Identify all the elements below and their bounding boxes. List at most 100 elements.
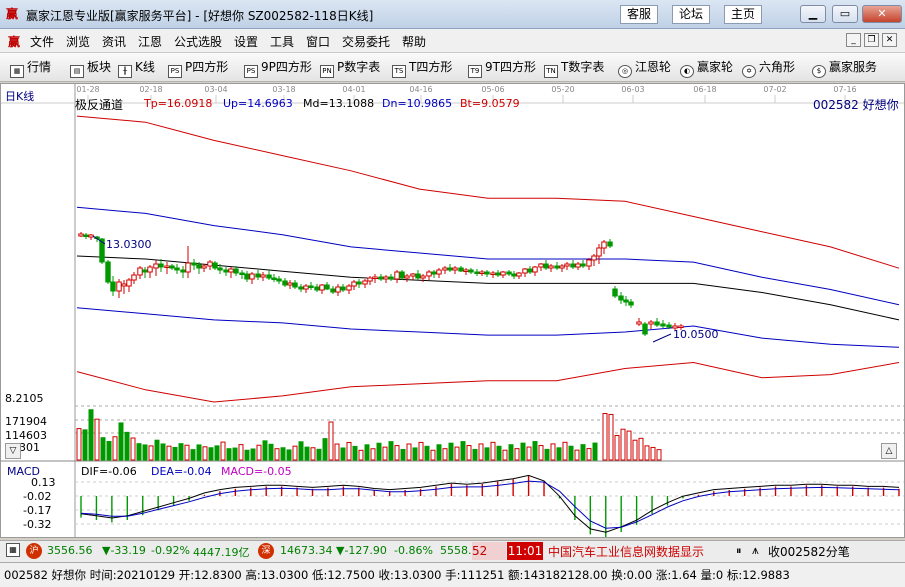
candlestick-icon: ╫	[118, 65, 132, 78]
menu-help[interactable]: 帮助	[402, 33, 426, 50]
volume-bar	[644, 445, 650, 461]
channel-line-up	[76, 206, 900, 306]
menu-tools[interactable]: 工具	[270, 33, 294, 50]
toolbar-dollar-button[interactable]: $ 赢家服务	[812, 59, 877, 78]
menu-file[interactable]: 文件	[30, 33, 54, 50]
mdi-app-icon[interactable]: 赢	[8, 33, 20, 50]
candle-body	[548, 265, 554, 269]
volume-bar	[256, 444, 262, 461]
volume-bar	[508, 444, 514, 461]
stock-label: 002582 好想你	[813, 98, 899, 112]
toolbar-blocks-button[interactable]: ▤ 板块	[70, 59, 111, 78]
candle-body	[586, 259, 592, 267]
candle-body	[266, 274, 272, 279]
minimize-button[interactable]: ▁	[800, 5, 826, 23]
toolbar-label: 9P四方形	[261, 60, 312, 74]
candle-body	[648, 321, 654, 325]
sh-index-pct: -0.92%	[151, 544, 190, 557]
menu-gann[interactable]: 江恩	[138, 33, 162, 50]
mdi-minimize-button[interactable]: _	[846, 33, 861, 47]
candle-body	[559, 265, 565, 269]
news-ticker[interactable]: 中国汽车工业信息网数据显示	[548, 543, 704, 560]
volume-bar	[358, 449, 364, 461]
ticker-number: 52	[472, 542, 506, 560]
homepage-link[interactable]: 主页	[724, 5, 763, 24]
volume-bar	[592, 442, 598, 461]
candle-body	[532, 266, 538, 273]
toolbar-grid-button[interactable]: ▦ 行情	[10, 59, 51, 78]
candle-body	[636, 321, 642, 325]
volume-bar	[208, 447, 214, 461]
toolbar-p-square-button[interactable]: PS P四方形	[168, 59, 228, 78]
close-button[interactable]: ✕	[862, 5, 902, 23]
volume-bar	[226, 448, 232, 461]
candle-body	[244, 273, 250, 280]
candle-body	[458, 267, 464, 272]
candle-body	[158, 263, 164, 268]
param-up: Up=14.6963	[223, 97, 293, 110]
toolbar-label: K线	[135, 60, 155, 74]
sz-index-change: ▼-127.90	[336, 544, 387, 557]
toolbar-p-number-table-button[interactable]: PN P数字表	[320, 59, 380, 78]
candle-body	[490, 272, 496, 275]
toolbar-gann-wheel-button[interactable]: ◎ 江恩轮	[618, 59, 671, 78]
candle-body	[201, 265, 207, 269]
mdi-restore-button[interactable]: ❐	[864, 33, 879, 47]
menu-info[interactable]: 资讯	[102, 33, 126, 50]
menu-window[interactable]: 窗口	[306, 33, 330, 50]
forum-link[interactable]: 论坛	[672, 5, 711, 24]
param-dn: Dn=10.9865	[382, 97, 453, 110]
candle-body	[612, 288, 618, 297]
volume-bar	[614, 434, 620, 461]
toolbar-winner-wheel-button[interactable]: ◐ 赢家轮	[680, 59, 733, 78]
maximize-button[interactable]: ▭	[832, 5, 858, 23]
toolbar-9p-square-button[interactable]: PS 9P四方形	[244, 59, 312, 78]
toolbar-hexagon-button[interactable]: ✡ 六角形	[742, 59, 796, 78]
news-time: 11:01	[507, 542, 543, 560]
channel-line-tp	[76, 115, 900, 269]
candle-body	[180, 269, 186, 273]
toolbar-label: 六角形	[759, 60, 796, 74]
volume-bar	[632, 439, 638, 461]
toolbar-t-square-button[interactable]: TS T四方形	[392, 59, 452, 78]
date-tick-label: 04-16	[409, 85, 432, 94]
high-marker-label: 13.0300	[106, 238, 152, 251]
candle-body	[666, 324, 672, 328]
volume-bar	[130, 437, 136, 461]
kline-chart-panel[interactable]: 01-28 02-18 03-04 03-18 04-01 04-16 05-06 05-20…	[0, 83, 905, 538]
volume-bar	[262, 440, 268, 461]
volume-bar	[184, 444, 190, 461]
volume-bar	[436, 444, 442, 461]
volume-bar	[370, 448, 376, 461]
candle-body	[303, 285, 309, 290]
volume-bar	[418, 441, 424, 461]
candle-body	[164, 265, 170, 268]
customer-service-link[interactable]: 客服	[620, 5, 659, 24]
toolbar-t-number-table-button[interactable]: TN T数字表	[544, 59, 604, 78]
candle-body	[131, 274, 137, 281]
candle-body	[212, 262, 218, 269]
pause-news-button[interactable]: ⏸	[736, 544, 742, 558]
volume-bar	[638, 437, 644, 461]
volume-bar	[406, 443, 412, 461]
menu-browse[interactable]: 浏览	[66, 33, 90, 50]
volume-bar	[520, 442, 526, 461]
date-tick-label: 05-06	[481, 85, 504, 94]
toolbar-candlestick-button[interactable]: ╫ K线	[118, 59, 155, 78]
candle-body	[420, 275, 426, 279]
menu-formula-select[interactable]: 公式选股	[174, 33, 222, 50]
candle-body	[404, 275, 410, 279]
winner-wheel-icon: ◐	[680, 65, 694, 78]
candle-body	[575, 263, 581, 268]
candle-body	[570, 263, 576, 268]
mdi-close-button[interactable]: ✕	[882, 33, 897, 47]
grid-icon[interactable]: ▦	[6, 543, 20, 557]
volume-bar	[112, 436, 118, 461]
candle-body	[654, 321, 660, 326]
menu-trade[interactable]: 交易委托	[342, 33, 390, 50]
toolbar-9t-square-button[interactable]: T9 9T四方形	[468, 59, 536, 78]
scroll-up-icon[interactable]: △	[881, 443, 897, 459]
menu-settings[interactable]: 设置	[234, 33, 258, 50]
param-md: Md=13.1088	[303, 97, 375, 110]
scroll-down-icon[interactable]: ▽	[5, 443, 21, 459]
